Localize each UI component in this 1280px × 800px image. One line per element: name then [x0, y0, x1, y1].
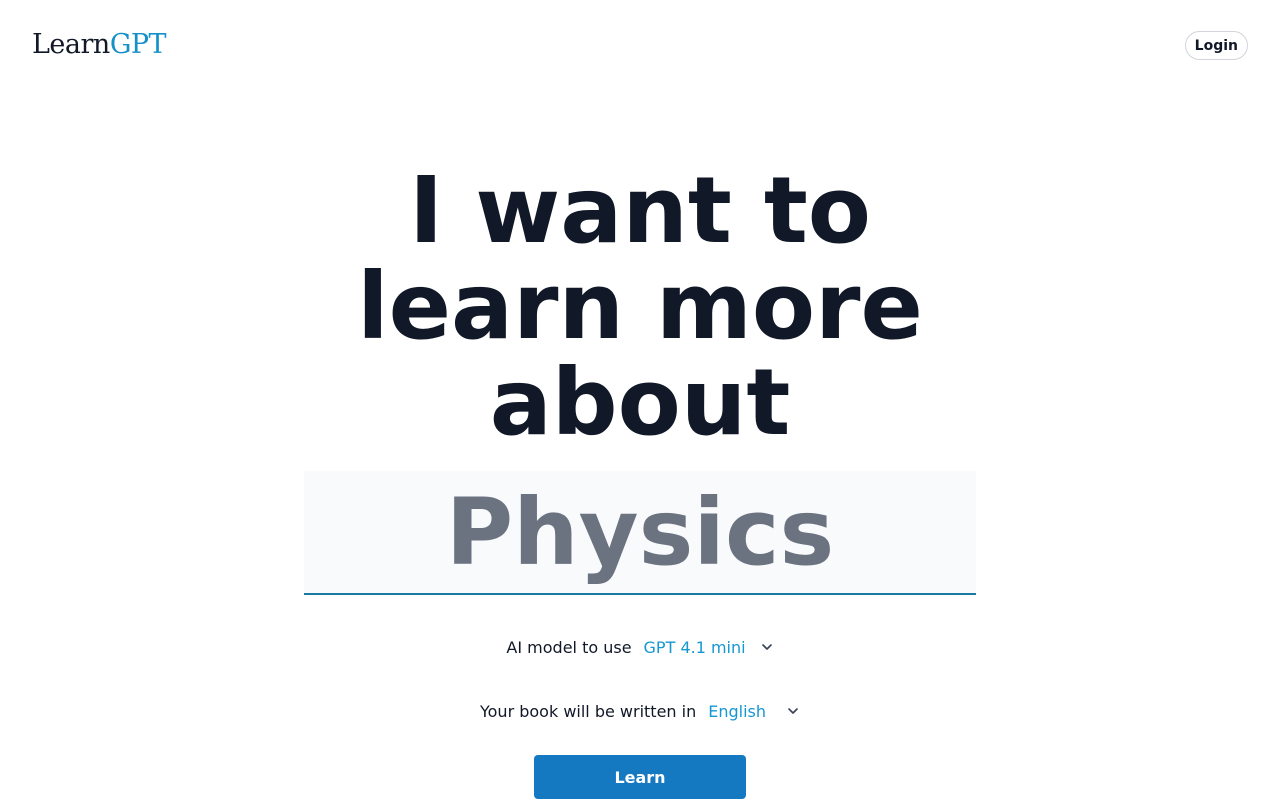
model-select-label: AI model to use — [506, 637, 632, 657]
language-select[interactable]: English — [708, 702, 800, 721]
logo[interactable]: LearnGPT — [32, 29, 167, 61]
login-button[interactable]: Login — [1184, 31, 1248, 60]
language-select-row: Your book will be written in English — [0, 698, 1280, 724]
language-select-value: English — [708, 701, 766, 721]
hero-line-1: I want to — [408, 157, 872, 264]
header: LearnGPT Login — [0, 0, 1280, 92]
chevron-down-icon — [761, 644, 772, 650]
learn-button[interactable]: Learn — [534, 755, 746, 799]
model-select-value: GPT 4.1 mini — [643, 637, 746, 657]
hero-line-2: learn more — [357, 253, 923, 360]
chevron-down-icon — [788, 708, 798, 714]
logo-learn-text: Learn — [32, 29, 110, 60]
model-select[interactable]: GPT 4.1 mini — [644, 638, 774, 657]
hero-line-3: about — [489, 349, 791, 456]
topic-field — [304, 471, 976, 595]
topic-input[interactable] — [304, 471, 976, 593]
hero-headline: I want to learn more about — [0, 163, 1280, 451]
language-select-label: Your book will be written in — [479, 701, 697, 721]
logo-gpt-text: GPT — [109, 29, 167, 60]
model-select-row: AI model to use GPT 4.1 mini — [0, 634, 1280, 660]
